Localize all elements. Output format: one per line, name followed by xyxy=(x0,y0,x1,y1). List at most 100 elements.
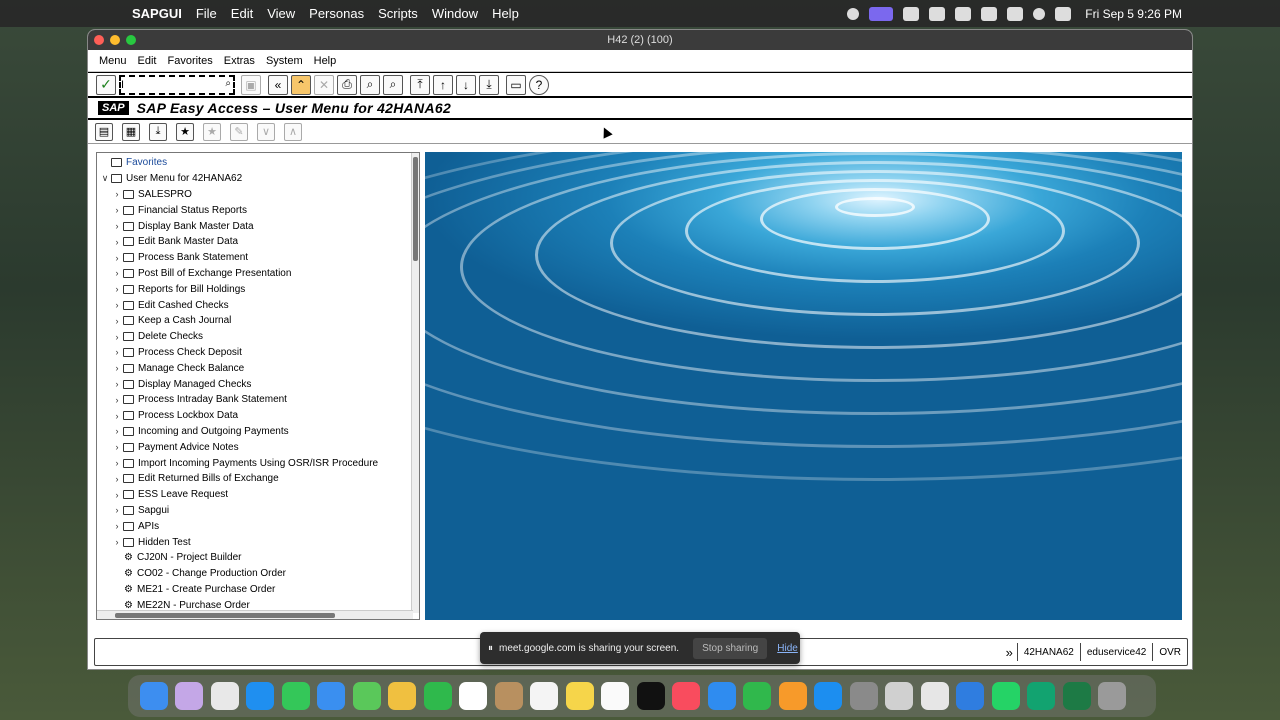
facetime-icon[interactable] xyxy=(423,682,452,710)
tree-node-folder[interactable]: › Payment Advice Notes xyxy=(97,439,419,455)
add-favorite-button[interactable]: ★ xyxy=(176,122,194,141)
windows-app-icon[interactable] xyxy=(956,682,984,710)
mac-menu-edit[interactable]: Edit xyxy=(231,6,253,21)
tree-node-folder[interactable]: › APIs xyxy=(97,518,419,534)
mac-menu-scripts[interactable]: Scripts xyxy=(378,6,418,21)
stop-sharing-button[interactable]: Stop sharing xyxy=(693,637,768,659)
chevron-right-icon[interactable]: › xyxy=(111,332,123,342)
chevron-right-icon[interactable]: › xyxy=(111,395,123,405)
maps-icon[interactable] xyxy=(352,682,381,710)
tree-node-folder[interactable]: › Manage Check Balance xyxy=(97,360,419,376)
mac-menu-file[interactable]: File xyxy=(196,6,217,21)
grid-icon[interactable] xyxy=(955,6,972,21)
tree-node-transaction[interactable]: ⚙ CJ20N - Project Builder xyxy=(97,550,419,566)
sap-menu-menu[interactable]: Menu xyxy=(99,55,127,67)
music-icon[interactable] xyxy=(672,682,700,710)
chevron-right-icon[interactable]: › xyxy=(111,458,123,468)
tree-horizontal-scrollbar[interactable] xyxy=(97,610,413,619)
chevron-right-icon[interactable]: › xyxy=(111,505,123,515)
tree-vertical-scrollbar[interactable] xyxy=(411,153,419,613)
previous-page-button[interactable]: ↑ xyxy=(433,74,453,95)
keynote-icon[interactable] xyxy=(707,682,736,710)
app-menu-sapgui[interactable]: SAPGUI xyxy=(132,6,182,21)
save-button[interactable]: ▣ xyxy=(241,74,261,95)
move-up-button[interactable]: ∧ xyxy=(284,122,302,141)
screen-share-icon[interactable] xyxy=(869,6,894,21)
change-favorite-button[interactable]: ✎ xyxy=(230,122,248,141)
tree-node-folder[interactable]: › SALESPRO xyxy=(97,187,419,203)
sap-menu-favorites[interactable]: Favorites xyxy=(168,55,213,67)
chevron-right-icon[interactable]: › xyxy=(111,521,123,531)
chevron-right-icon[interactable]: › xyxy=(111,426,123,436)
tree-node-favorites[interactable]: Favorites xyxy=(97,155,419,171)
mac-menu-help[interactable]: Help xyxy=(492,6,519,21)
chevron-right-icon[interactable]: › xyxy=(111,284,123,294)
sap-menu-edit[interactable]: Edit xyxy=(138,55,157,67)
new-session-button[interactable]: ▭ xyxy=(506,74,526,95)
chevron-down-icon[interactable]: ∨ xyxy=(99,173,111,184)
reminders-icon[interactable] xyxy=(530,682,558,710)
numbers-icon[interactable] xyxy=(743,682,771,710)
drive-icon[interactable] xyxy=(903,6,920,21)
chevron-right-icon[interactable]: › xyxy=(111,221,123,231)
find-button[interactable]: ⌕ xyxy=(360,74,380,95)
mac-menu-personas[interactable]: Personas xyxy=(309,6,364,21)
iphone-mirroring-icon[interactable] xyxy=(885,682,913,710)
safari-icon[interactable] xyxy=(246,682,274,710)
tree-node-folder[interactable]: › Hidden Test xyxy=(97,534,419,550)
tree-node-folder[interactable]: › Post Bill of Exchange Presentation xyxy=(97,266,419,282)
sapgui-icon[interactable] xyxy=(920,682,949,710)
spotlight-search-icon[interactable] xyxy=(1033,7,1046,20)
trash-icon[interactable] xyxy=(1098,682,1126,710)
control-center-icon[interactable] xyxy=(1055,6,1072,21)
tree-node-folder[interactable]: › Process Lockbox Data xyxy=(97,408,419,424)
tv-icon[interactable] xyxy=(636,682,665,710)
record-icon[interactable] xyxy=(847,7,860,20)
sap-menu-system[interactable]: System xyxy=(266,55,303,67)
chevron-right-icon[interactable]: › xyxy=(111,363,123,373)
scroll-thumb[interactable] xyxy=(413,157,418,261)
print-button[interactable]: ⎙ xyxy=(337,74,357,95)
notes-icon[interactable] xyxy=(565,682,594,710)
tree-node-folder[interactable]: › Financial Status Reports xyxy=(97,202,419,218)
battery-icon[interactable] xyxy=(981,6,998,21)
enter-button[interactable]: ✓ xyxy=(96,74,116,95)
chevron-right-icon[interactable]: › xyxy=(111,490,123,500)
chevron-right-icon[interactable]: › xyxy=(111,316,123,326)
last-page-button[interactable]: ⤓ xyxy=(479,74,499,95)
chevron-right-icon[interactable]: › xyxy=(111,268,123,278)
mail-icon[interactable] xyxy=(317,682,345,710)
tree-node-folder[interactable]: › Delete Checks xyxy=(97,329,419,345)
tree-node-transaction[interactable]: ⚙ ME21 - Create Purchase Order xyxy=(97,582,419,598)
zoom-icon[interactable] xyxy=(1027,682,1055,710)
calendar-icon[interactable] xyxy=(459,682,487,710)
chevron-right-icon[interactable]: › xyxy=(111,411,123,421)
insert-mode[interactable]: OVR xyxy=(1152,643,1187,661)
messages-icon[interactable] xyxy=(281,682,310,710)
chevron-right-icon[interactable]: › xyxy=(111,442,123,452)
appstore-icon[interactable] xyxy=(814,682,842,710)
freeform-icon[interactable] xyxy=(601,682,629,710)
tree-node-folder[interactable]: › ESS Leave Request xyxy=(97,487,419,503)
tree-node-folder[interactable]: › Process Intraday Bank Statement xyxy=(97,392,419,408)
tree-node-folder[interactable]: › Sapgui xyxy=(97,503,419,519)
chevron-right-icon[interactable]: › xyxy=(111,253,123,263)
help-button[interactable]: ? xyxy=(529,74,549,95)
mac-menu-window[interactable]: Window xyxy=(432,6,478,21)
mac-menu-view[interactable]: View xyxy=(267,6,295,21)
tree-node-folder[interactable]: › Edit Bank Master Data xyxy=(97,234,419,250)
chevron-right-icon[interactable]: › xyxy=(111,474,123,484)
finder-icon[interactable] xyxy=(139,682,168,710)
sap-menu-help[interactable]: Help xyxy=(314,55,337,67)
expand-status-icon[interactable]: » xyxy=(1006,645,1017,660)
menubar-clock[interactable]: Fri Sep 5 9:26 PM xyxy=(1085,7,1182,21)
chrome-icon[interactable] xyxy=(210,682,239,710)
find-next-button[interactable]: ⌕ xyxy=(383,74,403,95)
exit-button[interactable]: ⌃ xyxy=(291,74,311,95)
delete-favorite-button[interactable]: ★ xyxy=(203,122,221,141)
system-name[interactable]: 42HANA62 xyxy=(1016,643,1080,661)
user-menu-tree[interactable]: Favorites ∨ User Menu for 42HANA62 › SALE… xyxy=(96,152,420,620)
close-window-button[interactable] xyxy=(94,35,104,45)
other-menu-button[interactable]: ⤓ xyxy=(149,122,167,141)
back-button[interactable]: « xyxy=(268,74,288,95)
